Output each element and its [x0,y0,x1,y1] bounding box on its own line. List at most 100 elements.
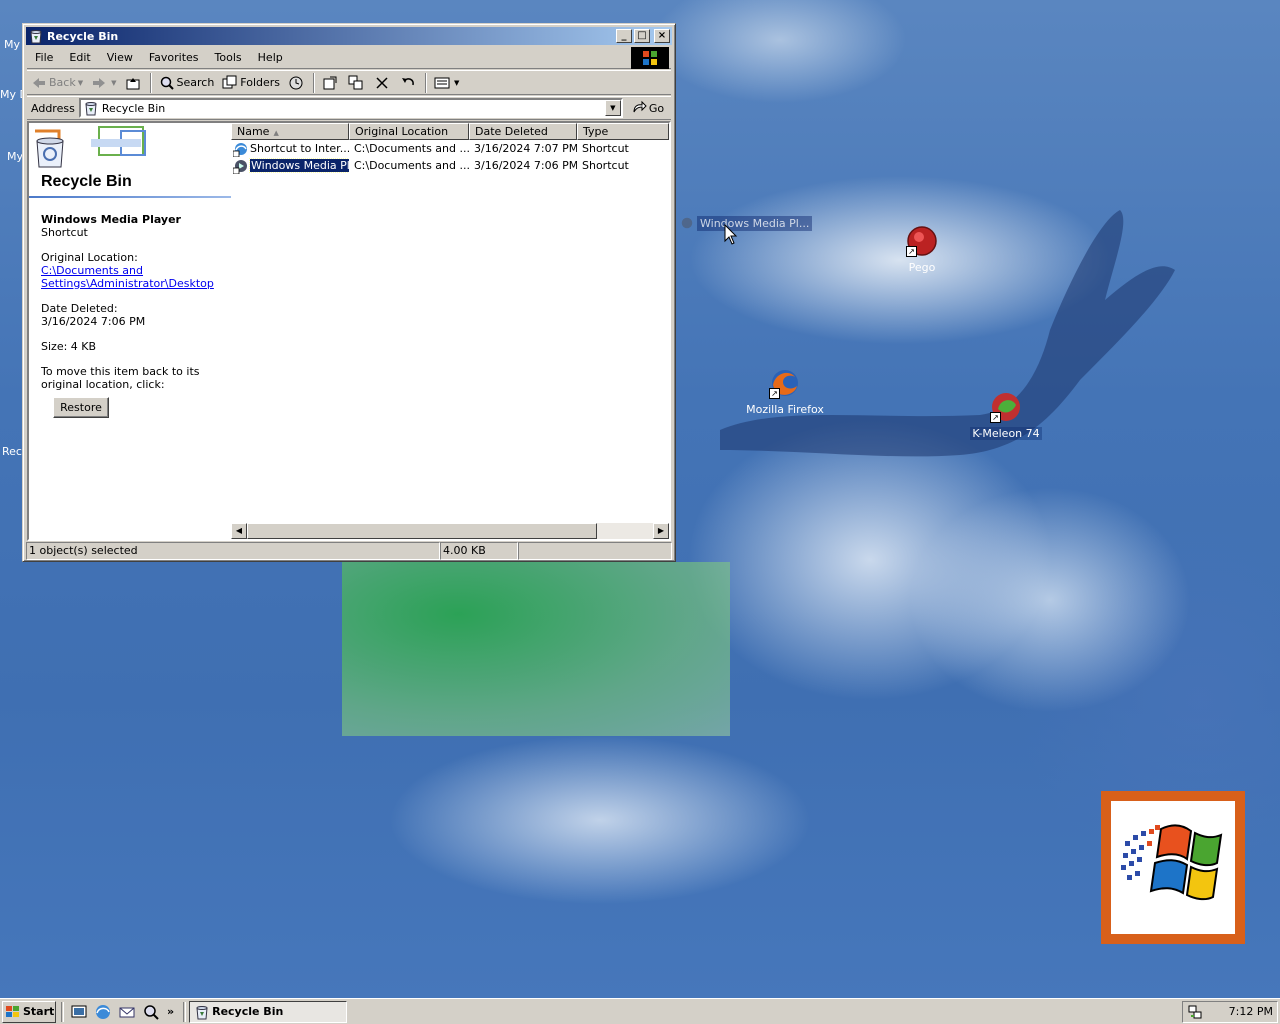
close-button[interactable]: × [654,29,670,43]
recycle-bin-window[interactable]: Recycle Bin _ □ × File Edit View Favorit… [22,23,676,562]
shortcut-arrow-icon: ↗ [769,388,780,399]
list-row-selected[interactable]: Windows Media Pl... C:\Documents and ...… [231,157,669,174]
date-deleted-label: Date Deleted: [41,302,118,315]
up-folder-icon [126,77,139,89]
clock[interactable]: 7:12 PM [1229,1005,1273,1018]
taskbar-button-label: Recycle Bin [212,1005,284,1018]
toolbar-separator [425,72,428,93]
scroll-thumb[interactable] [247,523,597,539]
scroll-right-button[interactable]: ▶ [653,523,669,539]
search-icon [160,76,174,90]
shortcut-arrow-icon: ↗ [990,412,1001,423]
original-location-link[interactable]: C:\Documents and Settings\Administrator\… [41,264,214,290]
drag-ghost: Windows Media Pl... [680,214,813,232]
folders-label: Folders [240,76,281,89]
column-header-date-deleted[interactable]: Date Deleted [469,123,577,140]
desktop-icon-k-meleon[interactable]: ↗ K-Meleon 74 [958,391,1054,440]
copy-to-button[interactable] [344,72,370,94]
menu-tools[interactable]: Tools [207,49,250,66]
quicklaunch-more-chevron[interactable]: » [167,1005,174,1018]
search-button[interactable]: Search [155,72,219,94]
internet-explorer-shortcut-icon [233,142,247,157]
forward-button[interactable]: ▼ [87,72,120,94]
row-date: 3/16/2024 7:06 PM [474,159,577,172]
address-label: Address [31,101,75,115]
list-row[interactable]: Shortcut to Inter... C:\Documents and ..… [231,140,669,157]
menu-favorites[interactable]: Favorites [141,49,207,66]
maximize-button[interactable]: □ [634,29,650,43]
item-size: Size: 4 KB [41,340,97,353]
media-player-icon [681,217,693,229]
taskbar-button-recycle-bin[interactable]: Recycle Bin [189,1000,348,1023]
start-button[interactable]: Start [2,1000,56,1023]
address-field[interactable]: Recycle Bin ▼ [78,98,623,118]
selected-item-name: Windows Media Player [41,213,181,226]
search-icon[interactable] [142,1003,160,1021]
go-button[interactable]: Go [631,100,664,116]
row-name: Shortcut to Inter... [250,142,349,155]
up-folder-button[interactable] [121,72,147,94]
restore-button[interactable]: Restore [53,397,109,418]
back-button[interactable]: Back ▼ [27,72,87,94]
scroll-track[interactable] [597,523,653,539]
original-location-label: Original Location: [41,251,138,264]
status-bar: 1 object(s) selected 4.00 KB [26,542,672,560]
system-tray: 7:12 PM [1182,1000,1278,1023]
recycle-bin-icon [85,102,97,116]
menu-help[interactable]: Help [250,49,291,66]
move-to-icon [323,76,337,89]
views-button[interactable]: ▼ [430,72,463,94]
outlook-express-icon[interactable] [118,1003,136,1021]
history-button[interactable] [284,72,310,94]
window-title: Recycle Bin [47,29,119,43]
windows-throbber-icon [631,47,669,69]
column-header-name[interactable]: Name ▲ [231,123,349,140]
date-deleted-value: 3/16/2024 7:06 PM [41,315,146,328]
delete-x-icon [376,76,388,89]
menu-edit[interactable]: Edit [61,49,98,66]
column-header-type[interactable]: Type [577,123,669,140]
row-type: Shortcut [582,142,629,155]
selected-item-type: Shortcut [41,226,88,239]
column-header-original-location[interactable]: Original Location [349,123,469,140]
webview-details: Windows Media Player Shortcut Original L… [41,213,227,391]
row-location: C:\Documents and ... [354,142,469,155]
menu-view[interactable]: View [99,49,141,66]
desktop-icon-label: Pego [908,261,936,274]
undo-button[interactable] [396,72,422,94]
internet-explorer-icon[interactable] [94,1003,112,1021]
drag-ghost-label: Windows Media Pl... [697,215,813,231]
desktop-partial-label[interactable]: Rec [2,445,22,458]
title-bar[interactable]: Recycle Bin _ □ × [26,27,672,45]
webview-title: Recycle Bin [41,173,132,190]
show-desktop-icon[interactable] [70,1003,88,1021]
status-selection: 1 object(s) selected [26,542,440,560]
address-dropdown-button[interactable]: ▼ [604,100,621,116]
desktop-partial-label[interactable]: My [7,150,23,163]
desktop-icon-firefox[interactable]: ↗ Mozilla Firefox [737,367,833,416]
move-to-button[interactable] [318,72,344,94]
webview-divider [29,196,231,198]
mouse-cursor-icon [724,224,738,245]
column-label: Name [237,125,270,138]
desktop-partial-label[interactable]: My [4,38,20,51]
toolbar-separator [313,72,316,93]
delete-button[interactable] [370,72,396,94]
network-tray-icon[interactable] [1187,1004,1203,1020]
folders-button[interactable]: Folders [218,72,284,94]
scroll-left-button[interactable]: ◀ [231,523,247,539]
list-header: Name ▲ Original Location Date Deleted Typ… [231,123,669,140]
address-bar: Address Recycle Bin ▼ Go [27,96,671,120]
file-list: Name ▲ Original Location Date Deleted Typ… [231,123,669,539]
views-icon [434,77,450,88]
webview-panel: Recycle Bin Windows Media Player Shortcu… [29,123,231,539]
row-type: Shortcut [582,159,629,172]
folders-icon [222,75,237,88]
horizontal-scrollbar[interactable]: ◀ ▶ [231,523,669,539]
desktop-icon-label: K-Meleon 74 [970,427,1042,440]
desktop-icon-pego[interactable]: ↗ Pego [874,225,970,274]
menu-file[interactable]: File [27,49,61,66]
standard-toolbar: Back ▼ ▼ Search Folders ▼ [27,70,671,95]
row-name: Windows Media Pl... [248,158,349,173]
minimize-button[interactable]: _ [616,29,632,43]
